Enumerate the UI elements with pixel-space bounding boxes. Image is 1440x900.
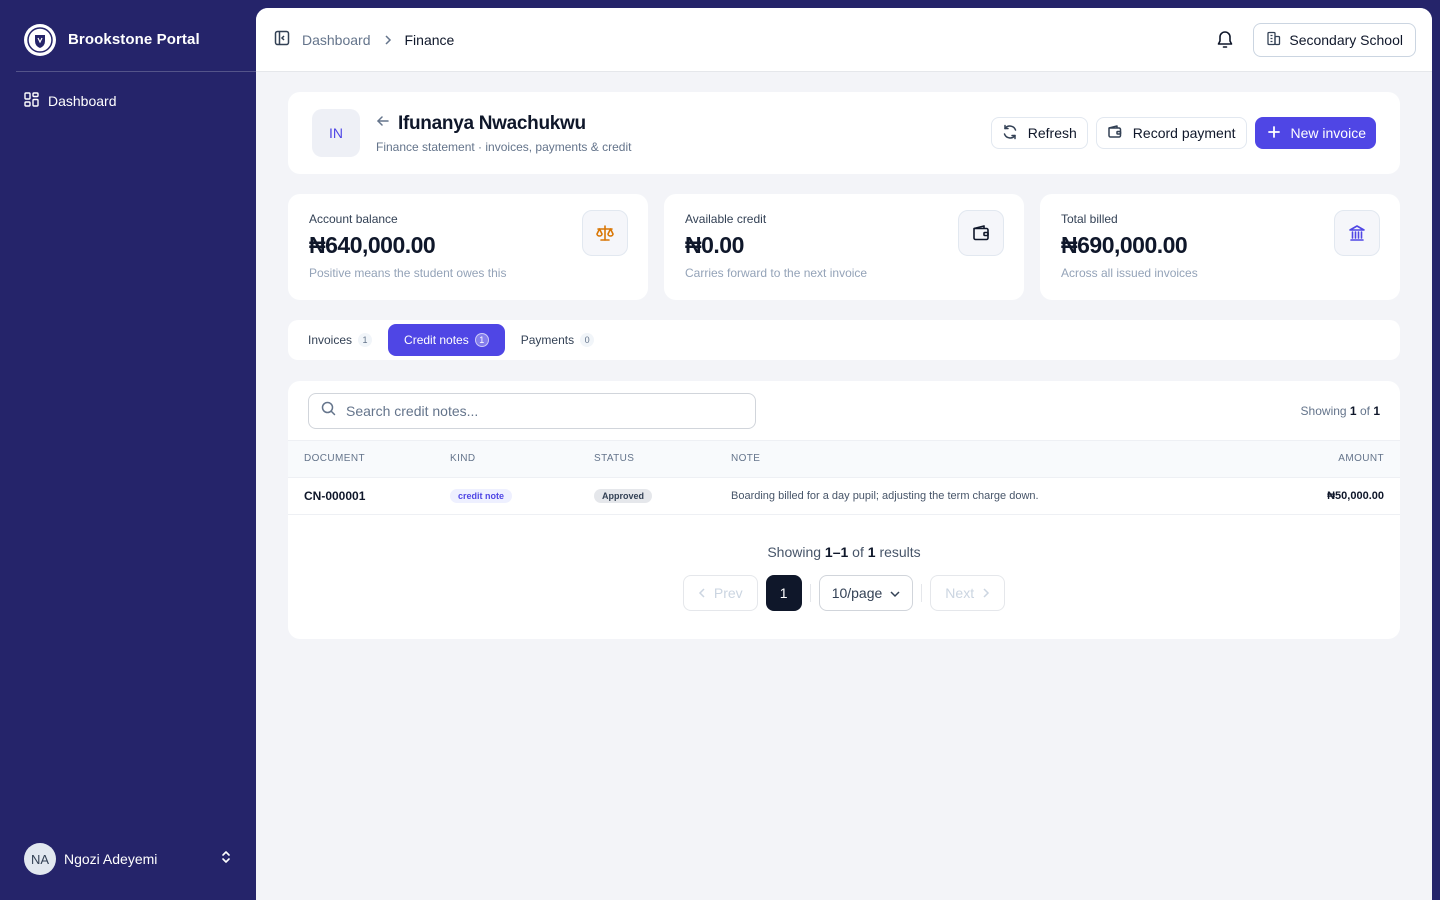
status-badge: Approved [594, 488, 653, 503]
cell-status: Approved [594, 477, 731, 514]
student-initials: IN [312, 109, 360, 157]
sidebar-toggle-icon[interactable] [274, 30, 290, 49]
user-menu[interactable]: NA Ngozi Adeyemi [16, 842, 240, 876]
new-invoice-button[interactable]: New invoice [1254, 117, 1376, 149]
sidebar-item-dashboard[interactable]: Dashboard [16, 86, 240, 116]
main-content: Dashboard Finance Secondary School IN If… [256, 8, 1432, 900]
divider [809, 584, 811, 602]
grid-icon [24, 92, 39, 110]
record-payment-button[interactable]: Record payment [1095, 117, 1247, 149]
stat-card-available-credit: Available credit ₦0.00 Carries forward t… [664, 194, 1024, 300]
table-row[interactable]: CN-000001 credit note Approved Boarding … [288, 477, 1400, 514]
app-name: Brookstone Portal [68, 31, 200, 48]
tab-label: Credit notes [404, 333, 469, 347]
next-page-button[interactable]: Next [930, 575, 1006, 611]
cell-note: Boarding billed for a day pupil; adjusti… [731, 489, 1039, 502]
search-input[interactable] [346, 402, 743, 419]
page-number-button[interactable]: 1 [765, 575, 802, 611]
stat-label: Total billed [1061, 212, 1118, 226]
bank-icon [1334, 210, 1380, 256]
plus-icon [1267, 125, 1281, 142]
school-selector-label: Secondary School [1289, 31, 1403, 48]
prev-page-button[interactable]: Prev [682, 575, 758, 611]
school-selector-button[interactable]: Secondary School [1253, 22, 1416, 57]
per-page-value: 10/page [831, 585, 883, 601]
wallet-icon [1107, 124, 1123, 143]
topbar: Dashboard Finance Secondary School [256, 8, 1432, 72]
chevron-down-icon [890, 585, 900, 601]
new-invoice-label: New invoice [1290, 125, 1366, 141]
credit-notes-table: DOCUMENT KIND STATUS NOTE AMOUNT CN-0000… [288, 441, 1400, 515]
column-header-amount[interactable]: AMOUNT [1220, 441, 1400, 477]
brand[interactable]: Brookstone Portal [16, 8, 256, 72]
column-header-document[interactable]: DOCUMENT [288, 441, 450, 477]
stat-label: Available credit [685, 212, 767, 226]
chevron-right-icon [982, 585, 990, 601]
chevron-right-icon [383, 32, 393, 48]
tab-count: 0 [580, 333, 595, 347]
divider [921, 584, 923, 602]
stat-card-total-billed: Total billed ₦690,000.00 Across all issu… [1040, 194, 1400, 300]
sidebar-item-label: Dashboard [48, 93, 117, 109]
student-subtitle: Finance statement · invoices, payments &… [376, 139, 632, 154]
showing-count: Showing 1 of 1 [1300, 403, 1380, 418]
stat-note: Carries forward to the next invoice [685, 266, 868, 280]
school-crest-icon [24, 23, 56, 56]
search-box[interactable] [308, 392, 756, 429]
table-header-row: DOCUMENT KIND STATUS NOTE AMOUNT [288, 441, 1400, 477]
column-header-kind[interactable]: KIND [450, 441, 594, 477]
arrow-left-icon[interactable] [376, 114, 390, 133]
next-label: Next [945, 585, 975, 601]
tab-label: Invoices [308, 333, 353, 347]
bell-icon[interactable] [1211, 26, 1239, 54]
avatar: NA [24, 843, 56, 875]
student-name: Ifunanya Nwachukwu [398, 112, 586, 134]
per-page-select[interactable]: 10/page [818, 575, 914, 611]
kind-badge: credit note [450, 488, 513, 503]
refresh-icon [1002, 124, 1018, 143]
credit-notes-panel: Showing 1 of 1 DOCUMENT KIND STATUS NOTE… [288, 381, 1400, 639]
scale-icon [582, 210, 628, 256]
stat-card-account-balance: Account balance ₦640,000.00 Positive mea… [288, 194, 648, 300]
student-info: Ifunanya Nwachukwu Finance statement · i… [376, 113, 983, 154]
breadcrumb: Dashboard Finance [274, 30, 1211, 49]
user-name: Ngozi Adeyemi [64, 851, 158, 867]
stat-value: ₦690,000.00 [1061, 232, 1188, 258]
search-icon [321, 401, 336, 421]
stat-value: ₦640,000.00 [309, 232, 436, 258]
wallet-icon [958, 210, 1004, 256]
tab-payments[interactable]: Payments 0 [509, 324, 606, 356]
refresh-button[interactable]: Refresh [990, 117, 1088, 149]
breadcrumb-dashboard[interactable]: Dashboard [302, 32, 371, 48]
stat-note: Across all issued invoices [1061, 266, 1198, 280]
tab-credit-notes[interactable]: Credit notes 1 [388, 324, 505, 356]
chevrons-up-down-icon [220, 850, 232, 869]
tab-count: 1 [358, 333, 373, 347]
finance-tabs: Invoices 1 Credit notes 1 Payments 0 [288, 320, 1400, 360]
search-row: Showing 1 of 1 [288, 381, 1400, 441]
record-payment-label: Record payment [1132, 125, 1236, 141]
refresh-label: Refresh [1027, 125, 1077, 141]
tab-count: 1 [474, 333, 489, 347]
chevron-left-icon [698, 585, 706, 601]
stat-label: Account balance [309, 212, 398, 226]
cell-document[interactable]: CN-000001 [288, 477, 450, 514]
pagination-summary: Showing 1–1 of 1 results [767, 544, 921, 560]
breadcrumb-current: Finance [404, 31, 455, 48]
cell-kind: credit note [450, 477, 594, 514]
student-header: IN Ifunanya Nwachukwu Finance statement … [288, 92, 1400, 174]
column-header-status[interactable]: STATUS [594, 441, 731, 477]
stat-value: ₦0.00 [685, 232, 744, 258]
pagination: Prev 1 10/page Next [288, 575, 1400, 611]
cell-amount: ₦50,000.00 [1327, 489, 1384, 502]
stat-note: Positive means the student owes this [309, 266, 507, 280]
tab-label: Payments [520, 333, 575, 347]
sidebar: Brookstone Portal Dashboard NA Ngozi Ade… [0, 0, 256, 900]
column-header-note[interactable]: NOTE [731, 441, 1220, 477]
prev-label: Prev [713, 585, 743, 601]
building-icon [1266, 31, 1281, 49]
tab-invoices[interactable]: Invoices 1 [296, 324, 384, 356]
